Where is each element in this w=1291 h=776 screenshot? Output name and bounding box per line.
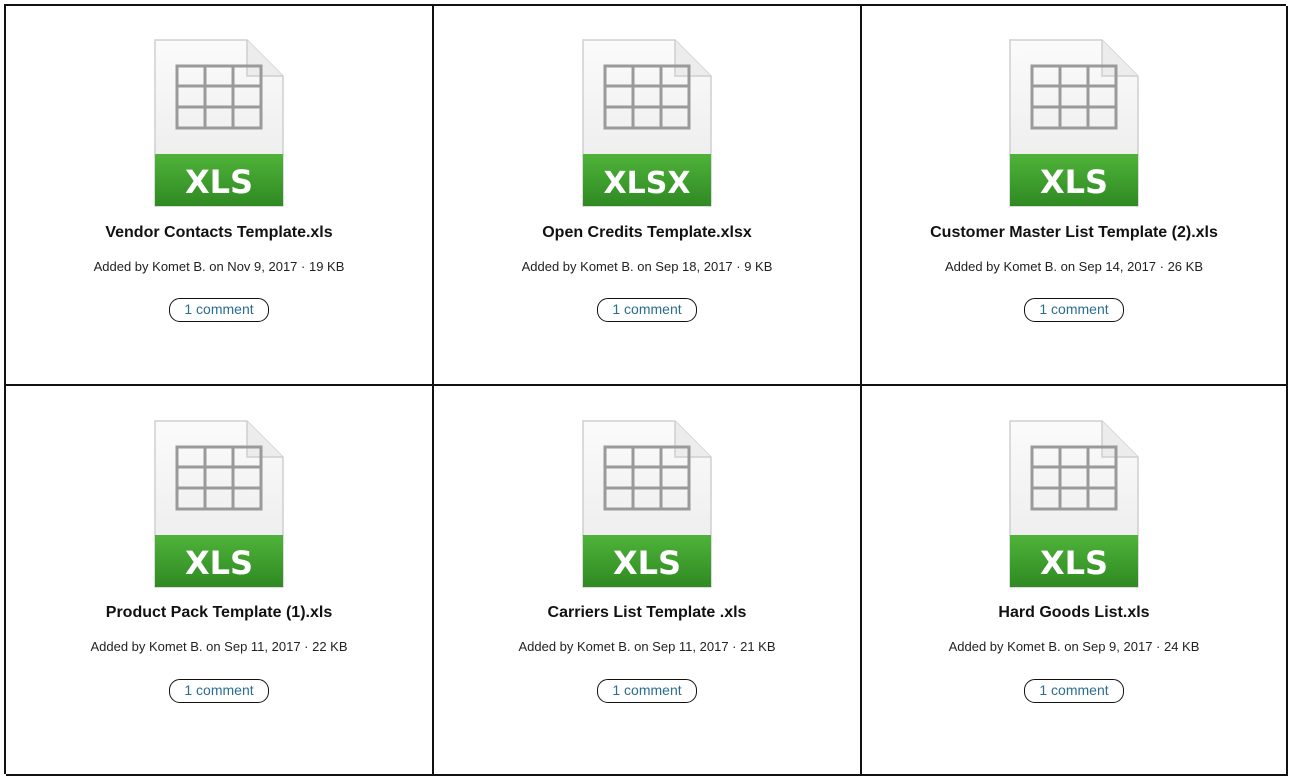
comments-button[interactable]: 1 comment [169,298,269,322]
file-name-link[interactable]: Customer Master List Template (2).xls [862,224,1286,242]
file-meta: Added by Komet B. on Sep 14, 2017 · 26 K… [944,259,1203,274]
comments-button[interactable]: 1 comment [169,679,269,703]
spreadsheet-file-icon[interactable]: XLS [579,419,715,589]
spreadsheet-file-icon[interactable]: XLS [1006,38,1142,208]
comments-button[interactable]: 1 comment [1024,679,1124,703]
file-type-label: XLS [1040,163,1108,201]
comment-wrap: 1 comment [862,679,1286,703]
spreadsheet-file-icon[interactable]: XLS [151,38,287,208]
comments-button[interactable]: 1 comment [597,298,697,322]
file-grid: XLS Vendor Contacts Template.xls Added b… [4,4,1288,776]
file-meta: Added by Komet B. on Sep 9, 2017 · 24 KB [948,639,1200,654]
file-card: XLSX Open Credits Template.xlsx Added by… [434,6,862,386]
spreadsheet-file-icon[interactable]: XLSX [579,38,715,208]
file-type-label: XLS [185,544,253,582]
file-card: XLS Product Pack Template (1).xls Added … [6,386,434,776]
file-card: XLS Vendor Contacts Template.xls Added b… [6,6,434,386]
file-card: XLS Customer Master List Template (2).xl… [862,6,1288,386]
file-meta: Added by Komet B. on Sep 18, 2017 · 9 KB [521,259,773,274]
comment-wrap: 1 comment [434,298,860,322]
file-type-label: XLS [185,163,253,201]
comment-wrap: 1 comment [434,679,860,703]
file-name-link[interactable]: Carriers List Template .xls [434,604,860,622]
file-type-label: XLS [1040,544,1108,582]
file-name-link[interactable]: Vendor Contacts Template.xls [6,224,432,242]
file-card: XLS Hard Goods List.xls Added by Komet B… [862,386,1288,776]
comments-button[interactable]: 1 comment [1024,298,1124,322]
file-meta: Added by Komet B. on Nov 9, 2017 · 19 KB [93,259,345,274]
file-meta: Added by Komet B. on Sep 11, 2017 · 21 K… [518,639,776,654]
file-type-label: XLS [613,544,681,582]
file-card: XLS Carriers List Template .xls Added by… [434,386,862,776]
file-name-link[interactable]: Open Credits Template.xlsx [434,224,860,242]
spreadsheet-file-icon[interactable]: XLS [151,419,287,589]
comment-wrap: 1 comment [6,679,432,703]
file-name-link[interactable]: Hard Goods List.xls [862,604,1286,622]
file-meta: Added by Komet B. on Sep 11, 2017 · 22 K… [90,639,348,654]
file-type-label: XLSX [604,166,691,201]
comment-wrap: 1 comment [6,298,432,322]
comments-button[interactable]: 1 comment [597,679,697,703]
comment-wrap: 1 comment [862,298,1286,322]
file-name-link[interactable]: Product Pack Template (1).xls [6,604,432,622]
spreadsheet-file-icon[interactable]: XLS [1006,419,1142,589]
